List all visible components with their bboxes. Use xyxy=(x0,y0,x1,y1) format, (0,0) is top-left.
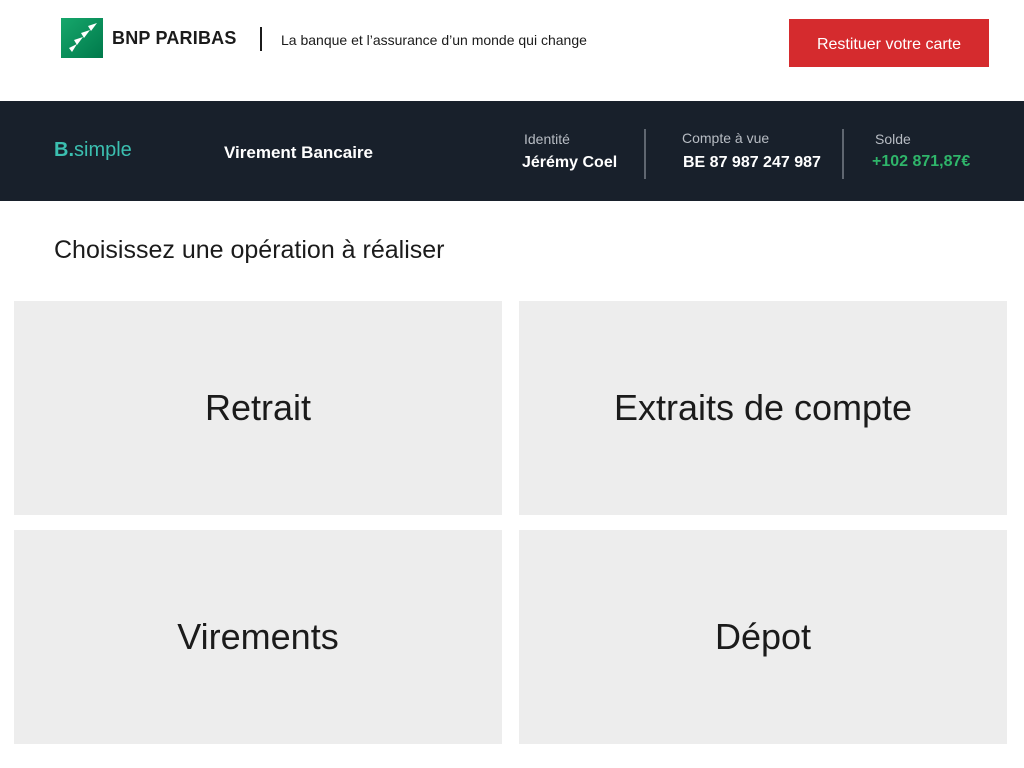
app-logo-word: simple xyxy=(74,139,132,161)
app-logo-b: B xyxy=(54,139,69,161)
bnp-logo-icon xyxy=(61,18,103,58)
tile-label: Dépot xyxy=(714,616,812,657)
account-label: Compte à vue xyxy=(682,130,770,146)
brand-tagline: La banque et l’assurance d’un monde qui … xyxy=(281,32,587,48)
tile-virements[interactable]: Virements xyxy=(14,530,502,744)
app-logo: B.simple xyxy=(54,139,132,162)
tile-label: Extraits de compte xyxy=(613,387,913,428)
page-title: Choisissez une opération à réaliser xyxy=(54,236,445,264)
brand-name: BNP PARIBAS xyxy=(112,28,237,48)
tile-depot[interactable]: Dépot xyxy=(519,530,1007,744)
balance-value: +102 871,87€ xyxy=(872,153,971,170)
section-title: Virement Bancaire xyxy=(224,143,373,162)
balance-label: Solde xyxy=(875,131,911,147)
info-separator xyxy=(644,129,646,179)
identity-value: Jérémy Coel xyxy=(522,154,618,171)
return-card-button[interactable]: Restituer votre carte xyxy=(789,19,989,67)
brand-divider xyxy=(260,27,262,51)
tile-label: Virements xyxy=(177,616,339,657)
account-number: BE 87 987 247 987 xyxy=(683,154,821,171)
tile-label: Retrait xyxy=(204,387,312,428)
tile-extraits-de-compte[interactable]: Extraits de compte xyxy=(519,301,1007,515)
top-header: BNP PARIBAS La banque et l’assurance d’u… xyxy=(0,0,1024,101)
identity-label: Identité xyxy=(524,131,570,147)
account-bar: B.simple Virement Bancaire Identité Jéré… xyxy=(0,101,1024,201)
tile-retrait[interactable]: Retrait xyxy=(14,301,502,515)
info-separator xyxy=(842,129,844,179)
